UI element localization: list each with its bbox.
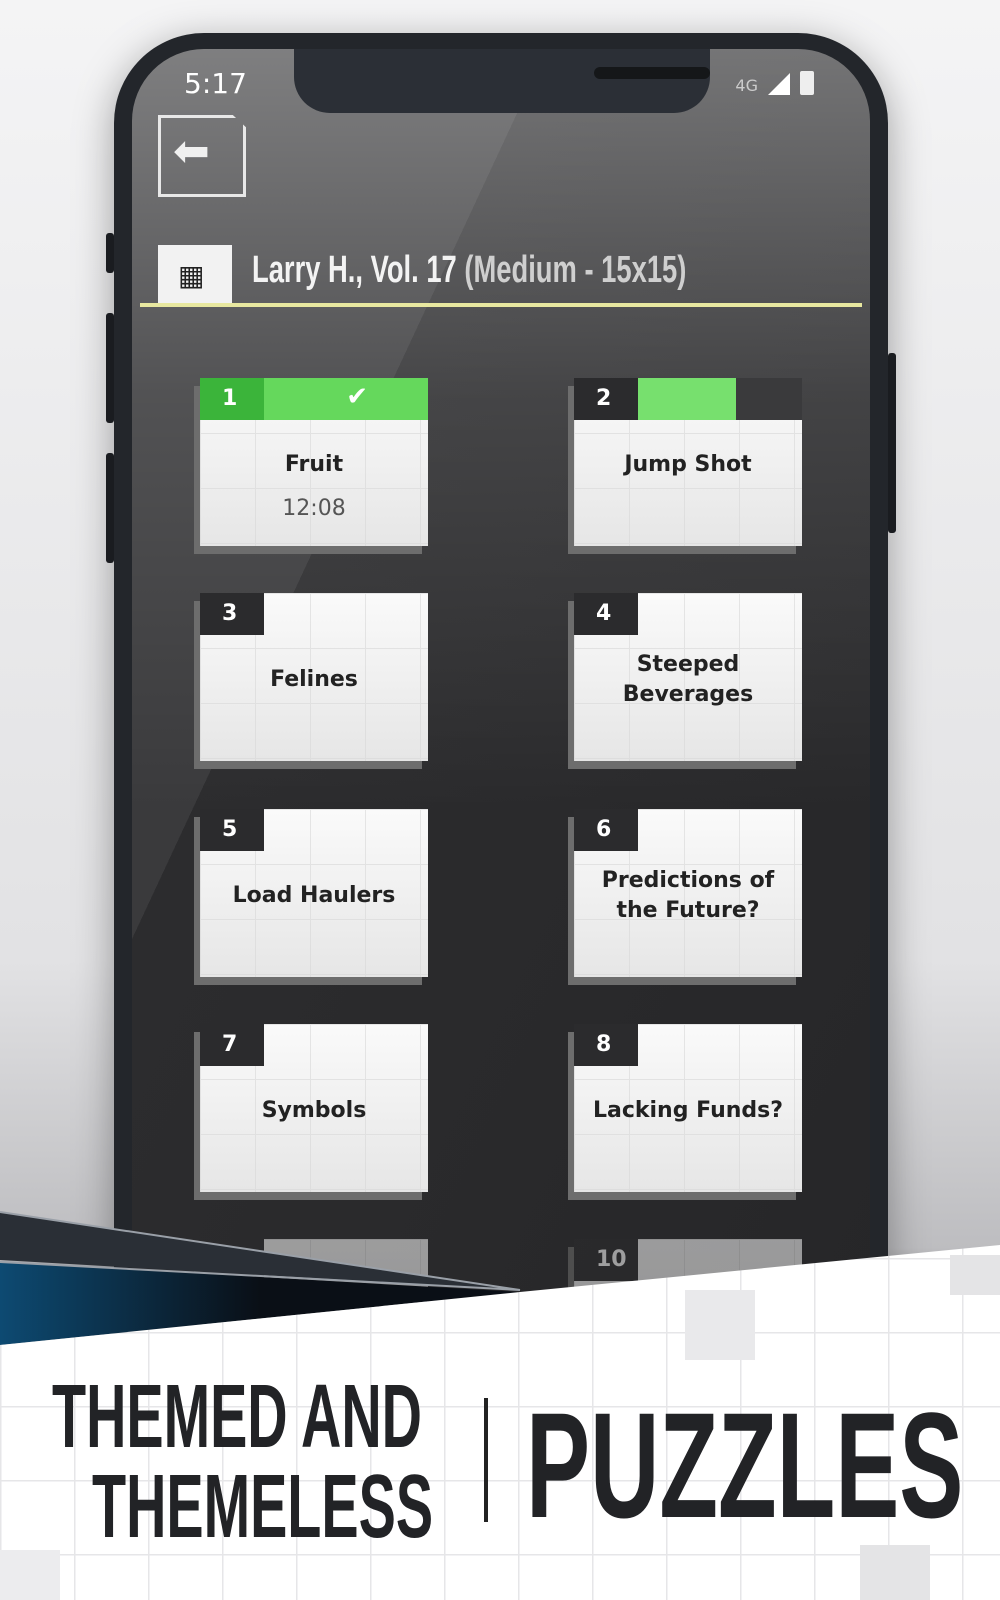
puzzle-number: 9 [200,1239,264,1281]
puzzle-title [200,1291,428,1361]
puzzle-title: Steeped Beverages [574,645,802,715]
progress-bar [264,593,428,635]
puzzle-time: 12:08 [282,496,346,521]
status-icons: 4G [735,71,814,95]
status-time: 5:17 [184,67,247,100]
puzzle-card[interactable]: 1 ✔ Fruit 12:08 [200,378,428,546]
puzzle-title: Felines [200,645,428,715]
puzzle-title-text: Felines [270,667,358,692]
progress-fill [638,378,737,420]
app-screen: 5:17 4G ⬅ ▦ Larry H., Vol. 17 (Medium - … [132,49,870,1433]
progress-bar [638,1024,802,1066]
puzzle-title-text: Predictions of the Future? [601,868,775,923]
puzzle-title: Load Haulers [200,861,428,931]
speaker [594,67,710,79]
battery-charging-icon [800,71,814,95]
puzzle-card[interactable]: 5 Load Haulers [200,809,428,977]
puzzle-title-text: Load Haulers [232,883,396,908]
volume-header: ▦ Larry H., Vol. 17 (Medium - 15x15) [140,245,862,307]
puzzle-title: Predictions of the Future? [574,861,802,931]
progress-bar [264,1239,428,1281]
volume-difficulty: (Medium - 15x15) [464,249,687,291]
puzzle-number: 3 [200,593,264,635]
puzzle-card[interactable]: 6 Predictions of the Future? [574,809,802,977]
progress-bar [638,378,802,420]
puzzle-number: 5 [200,809,264,851]
header-underline [140,303,862,307]
banner-line-2: THEMELESS [92,1457,434,1557]
puzzle-number: 8 [574,1024,638,1066]
back-arrow-icon: ⬅ [173,126,210,177]
puzzle-card[interactable]: 8 Lacking Funds? [574,1024,802,1192]
grid-view-button[interactable]: ▦ [158,245,232,303]
grid-icon: ▦ [178,259,205,292]
banner-line-1: THEMED AND [52,1367,422,1467]
progress-bar [264,1024,428,1066]
phone-frame: 5:17 4G ⬅ ▦ Larry H., Vol. 17 (Medium - … [106,33,896,1433]
puzzle-number: 10 [574,1239,638,1281]
puzzle-title: Fruit [200,430,428,500]
network-label: 4G [735,76,758,95]
notch [294,49,710,113]
puzzle-number: 2 [574,378,638,420]
progress-bar [638,1239,802,1281]
puzzle-title-text: Lacking Funds? [592,1098,783,1123]
banner-divider [484,1398,488,1522]
puzzle-card[interactable]: 7 Symbols [200,1024,428,1192]
puzzle-card[interactable]: 4 Steeped Beverages [574,593,802,761]
back-button[interactable]: ⬅ [158,115,246,197]
puzzle-number: 1 [200,378,264,420]
volume-name: Larry H., Vol. 17 [252,249,457,291]
phone-side-button [106,313,114,423]
puzzle-title: Lacking Funds? [574,1076,802,1146]
puzzle-card[interactable]: 3 Felines [200,593,428,761]
puzzle-card[interactable]: 2 Jump Shot [574,378,802,546]
progress-bar [264,809,428,851]
banner-main: PUZZLES [526,1381,964,1549]
progress-bar [638,809,802,851]
puzzle-title-text: Symbols [261,1098,367,1123]
puzzle-title-text: Jump Shot [624,452,752,477]
puzzle-title-text: Fruit [284,452,344,477]
phone-side-button [888,353,896,533]
progress-bar [638,593,802,635]
puzzle-number: 7 [200,1024,264,1066]
puzzle-title-text: Steeped Beverages [622,652,754,707]
puzzle-title: Symbols [200,1076,428,1146]
phone-side-button [106,453,114,563]
check-icon: ✔ [346,382,368,412]
signal-icon [768,73,790,95]
puzzle-number: 4 [574,593,638,635]
puzzle-title: Jump Shot [574,430,802,500]
puzzle-number: 6 [574,809,638,851]
volume-title: Larry H., Vol. 17 (Medium - 15x15) [252,249,686,292]
phone-side-button [106,233,114,273]
puzzle-title [574,1291,802,1361]
